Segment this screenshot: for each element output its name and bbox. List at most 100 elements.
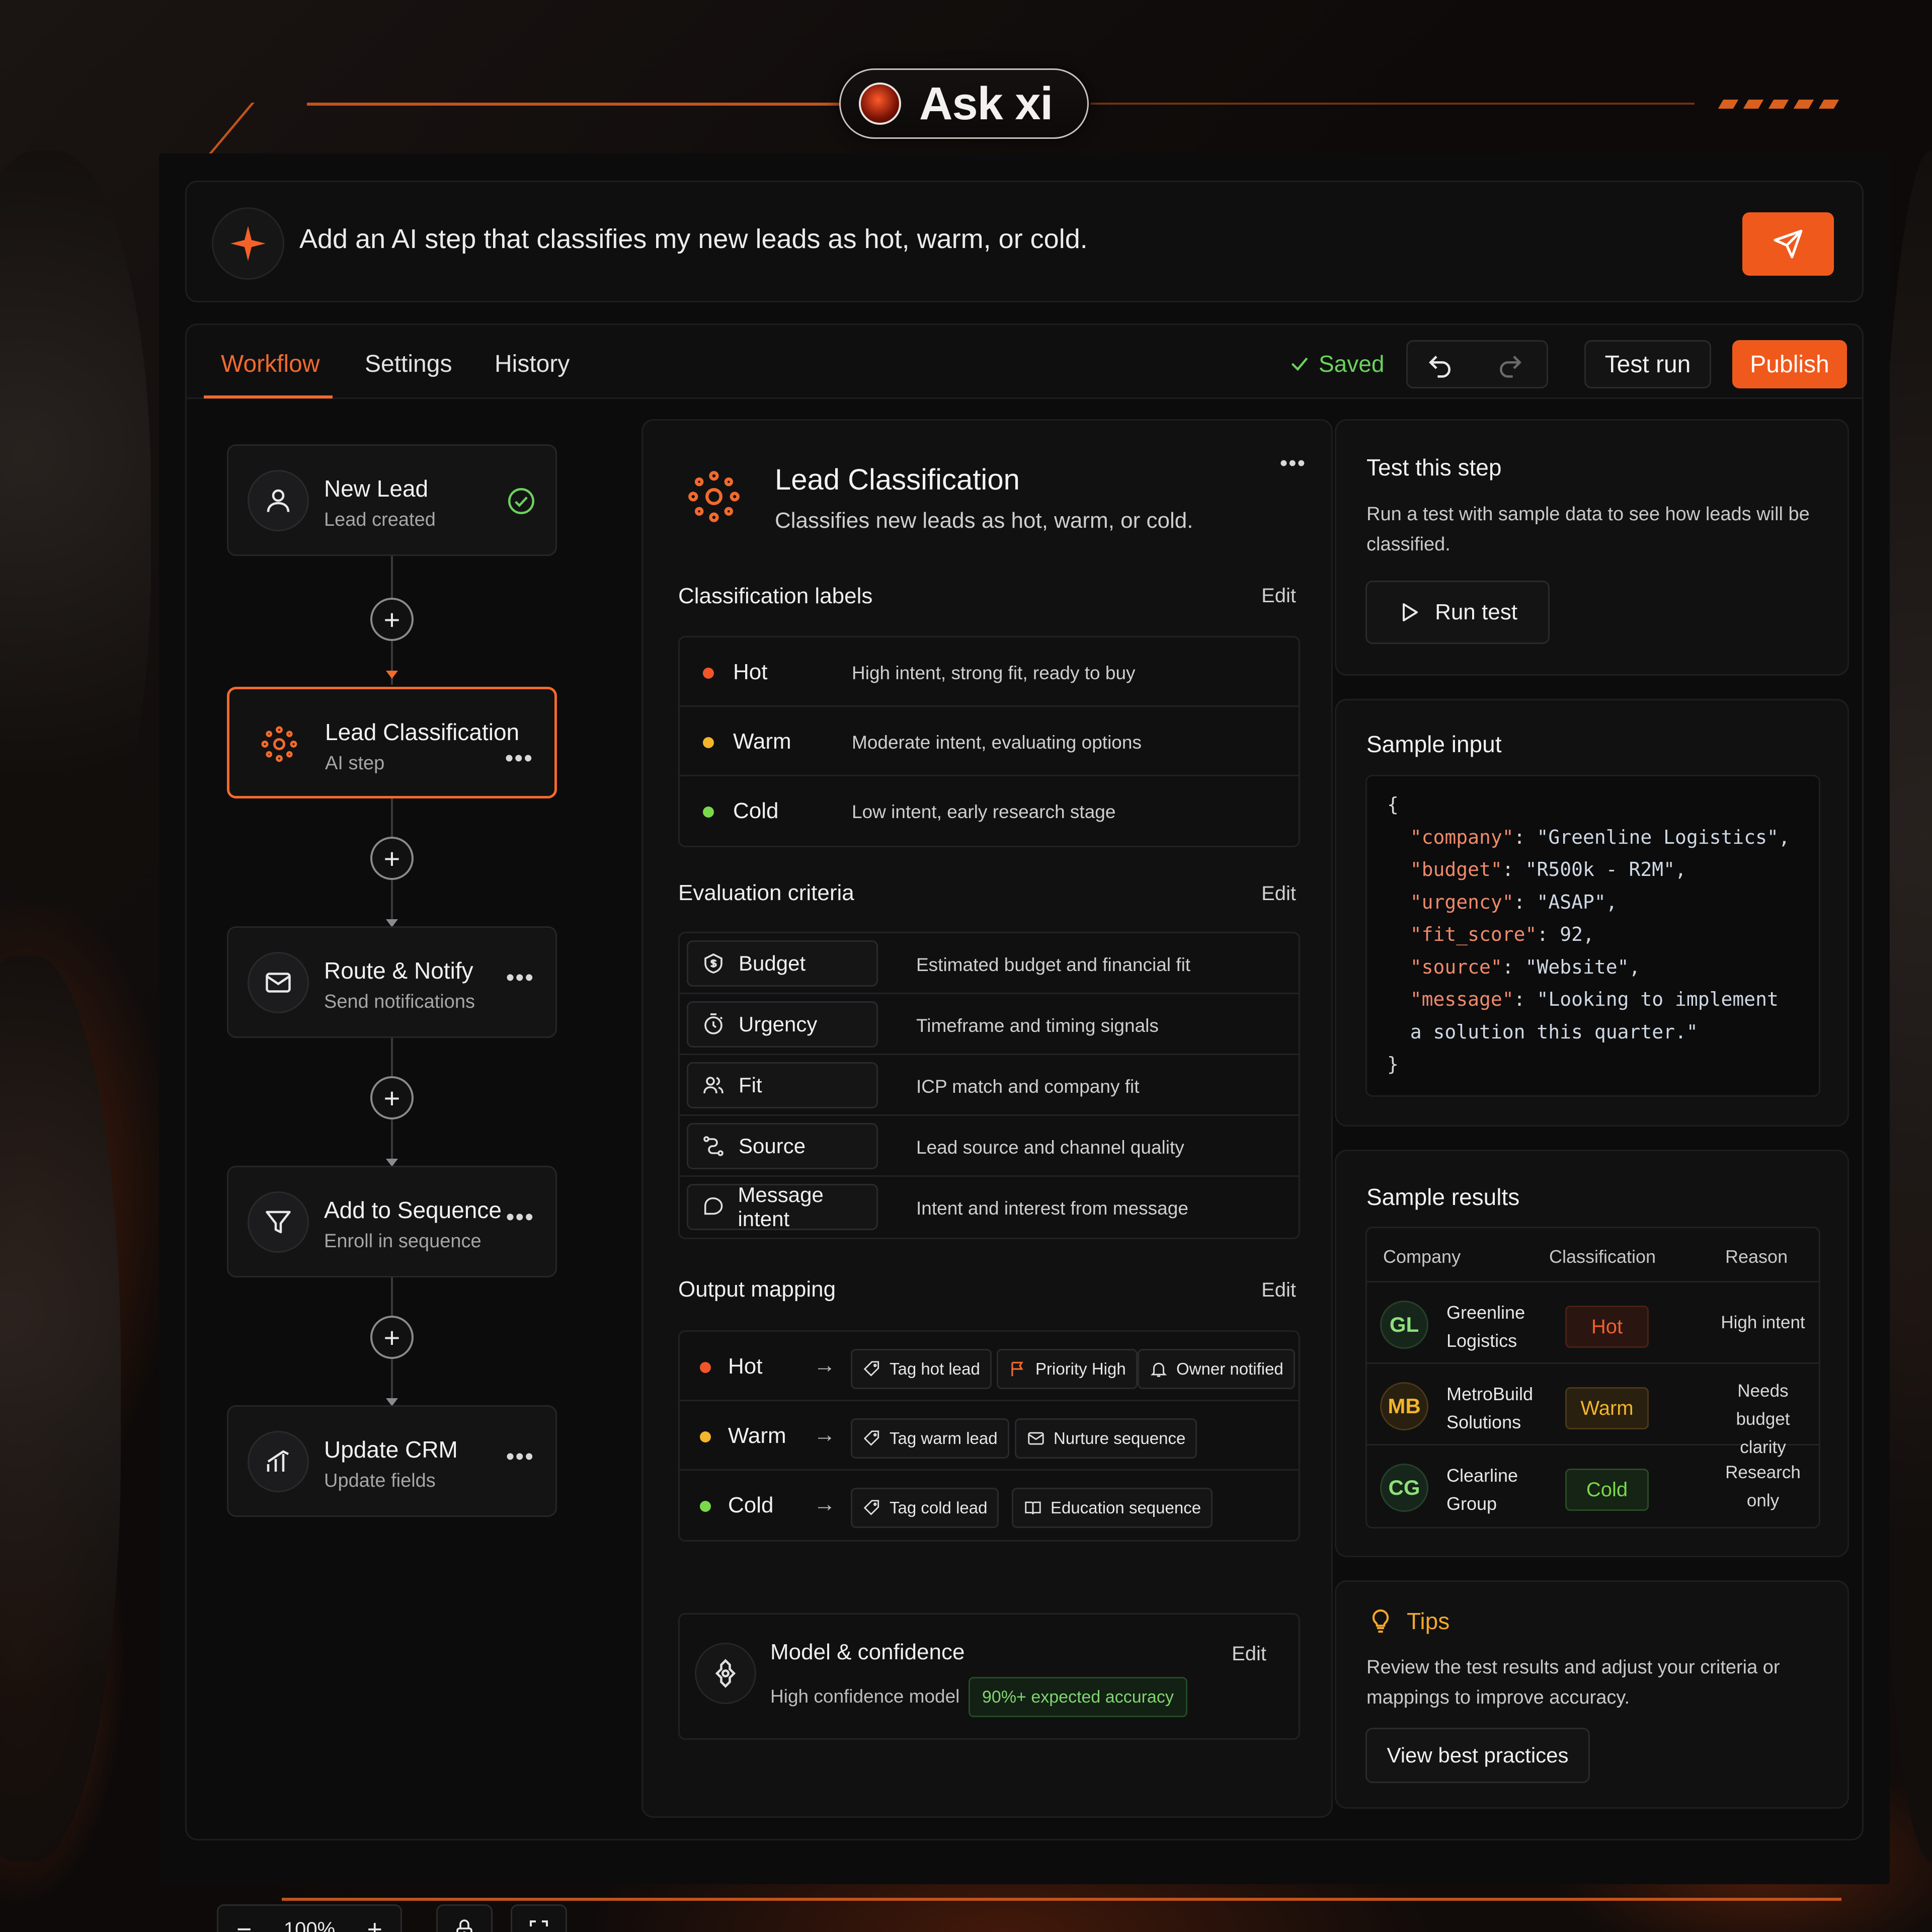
undo-button[interactable]	[1426, 351, 1454, 381]
model-confidence-card: Model & confidence Edit High confidence …	[678, 1613, 1300, 1740]
test-run-button[interactable]: Test run	[1584, 340, 1711, 388]
edit-criteria-link[interactable]: Edit	[1261, 882, 1296, 905]
mapping-row[interactable]: Hot → Tag hot lead Priority High Owner n…	[680, 1332, 1299, 1401]
tag-label: Tag hot lead	[890, 1359, 980, 1378]
sample-input-card: Sample input { "company": "Greenline Log…	[1335, 699, 1849, 1126]
company-name: MetroBuild Solutions	[1446, 1380, 1547, 1436]
tag-chip[interactable]: Tag cold lead	[851, 1488, 999, 1528]
sample-input-code[interactable]: { "company": "Greenline Logistics", "bud…	[1365, 775, 1820, 1097]
table-row[interactable]: GL Greenline Logistics Hot High intent	[1367, 1282, 1819, 1364]
ask-xi-badge[interactable]: Ask xi	[839, 68, 1089, 139]
company-line: Clearline	[1446, 1465, 1518, 1486]
sample-results-table: Company Classification Reason GL Greenli…	[1365, 1227, 1820, 1528]
table-header: Company Classification Reason	[1367, 1228, 1819, 1282]
prompt-input[interactable]: Add an AI step that classifies my new le…	[299, 223, 1088, 255]
label-row[interactable]: Warm Moderate intent, evaluating options	[680, 707, 1299, 776]
app-window: Add an AI step that classifies my new le…	[159, 153, 1890, 1932]
tag-icon	[863, 1500, 879, 1515]
zoom-level: 100%	[283, 1918, 336, 1932]
code-value: "Looking to implement	[1537, 988, 1779, 1010]
mapping-row[interactable]: Warm → Tag warm lead Nurture sequence	[680, 1401, 1299, 1471]
column-reason: Reason	[1725, 1246, 1788, 1267]
edit-mapping-link[interactable]: Edit	[1261, 1279, 1296, 1302]
mapping-label: Hot	[728, 1354, 763, 1379]
criteria-row[interactable]: Urgency Timeframe and timing signals	[680, 994, 1299, 1055]
tab-history[interactable]: History	[495, 350, 570, 378]
badge-title: Ask xi	[919, 77, 1053, 129]
tag-chip[interactable]: Tag hot lead	[851, 1349, 992, 1389]
tag-chip[interactable]: Education sequence	[1012, 1488, 1213, 1528]
criteria-row[interactable]: Budget Estimated budget and financial fi…	[680, 933, 1299, 994]
active-tab-indicator	[204, 395, 333, 398]
saved-label: Saved	[1319, 351, 1385, 377]
zoom-in-button[interactable]: +	[367, 1914, 382, 1932]
mapping-row[interactable]: Cold → Tag cold lead Education sequence	[680, 1471, 1299, 1540]
more-options-icon[interactable]: •••	[506, 1203, 534, 1231]
lock-button[interactable]	[436, 1904, 493, 1932]
node-subtitle: Send notifications	[324, 991, 475, 1012]
hot-dot	[703, 668, 714, 679]
node-lead-classification[interactable]: Lead Classification AI step •••	[227, 687, 557, 798]
add-step-button[interactable]: +	[370, 1316, 414, 1359]
more-options-icon[interactable]: •••	[1280, 451, 1306, 476]
lightbulb-icon	[1372, 1609, 1389, 1633]
add-step-button[interactable]: +	[370, 598, 414, 641]
redo-button[interactable]	[1496, 351, 1524, 381]
criteria-row[interactable]: Message intent Intent and interest from …	[680, 1177, 1299, 1238]
label-description: Low intent, early research stage	[852, 801, 1116, 822]
label-row[interactable]: Hot High intent, strong fit, ready to bu…	[680, 637, 1299, 707]
send-button[interactable]	[1742, 212, 1834, 276]
code-key: "urgency"	[1410, 891, 1514, 913]
tips-header: Tips	[1366, 1607, 1450, 1635]
criteria-name: Fit	[739, 1073, 762, 1097]
status-badge: Hot	[1565, 1306, 1649, 1348]
criteria-chip: Budget	[687, 940, 878, 987]
code-value: "Greenline Logistics",	[1537, 826, 1790, 848]
sample-results-title: Sample results	[1366, 1184, 1520, 1210]
code-value: "Website",	[1525, 955, 1641, 978]
undo-icon	[1429, 356, 1451, 378]
evaluation-criteria-heading: Evaluation criteria	[678, 880, 854, 905]
criteria-row[interactable]: Source Lead source and channel quality	[680, 1116, 1299, 1177]
tag-chip[interactable]: Nurture sequence	[1015, 1418, 1197, 1459]
label-name: Warm	[733, 729, 791, 754]
company-line: Solutions	[1446, 1412, 1521, 1432]
add-step-button[interactable]: +	[370, 837, 414, 880]
editor-toolbar: Workflow Settings History Saved Test run…	[185, 324, 1864, 399]
frame-line-top-right	[1091, 103, 1695, 105]
node-add-to-sequence[interactable]: Add to Sequence Enroll in sequence •••	[227, 1166, 557, 1277]
tag-chip[interactable]: Priority High	[997, 1349, 1138, 1389]
criteria-name: Budget	[739, 951, 806, 975]
node-update-crm[interactable]: Update CRM Update fields •••	[227, 1405, 557, 1517]
add-step-button[interactable]: +	[370, 1076, 414, 1119]
label-row[interactable]: Cold Low intent, early research stage	[680, 776, 1299, 846]
edit-labels-link[interactable]: Edit	[1261, 585, 1296, 607]
node-subtitle: Enroll in sequence	[324, 1231, 481, 1252]
criteria-row[interactable]: Fit ICP match and company fit	[680, 1055, 1299, 1116]
step-title: Lead Classification	[775, 463, 1020, 496]
tab-settings[interactable]: Settings	[365, 350, 452, 378]
publish-button[interactable]: Publish	[1732, 340, 1847, 388]
tab-workflow[interactable]: Workflow	[221, 350, 319, 378]
zoom-out-button[interactable]: −	[236, 1914, 252, 1932]
output-mapping-heading: Output mapping	[678, 1277, 836, 1302]
hot-dot	[700, 1362, 711, 1373]
more-options-icon[interactable]: •••	[506, 1443, 534, 1471]
table-row[interactable]: CG Clearline Group Cold Research only	[1367, 1445, 1819, 1527]
code-value: "R500k - R2M",	[1525, 858, 1686, 880]
edit-model-link[interactable]: Edit	[1232, 1643, 1266, 1665]
run-test-button[interactable]: Run test	[1365, 581, 1550, 644]
tag-chip[interactable]: Owner notified	[1138, 1349, 1295, 1389]
tag-chip[interactable]: Tag warm lead	[851, 1418, 1009, 1459]
label-name: Cold	[733, 798, 779, 823]
code-brace: {	[1387, 793, 1399, 816]
more-options-icon[interactable]: •••	[505, 745, 533, 772]
view-best-practices-button[interactable]: View best practices	[1365, 1728, 1590, 1783]
redo-icon	[1500, 356, 1521, 378]
node-new-lead[interactable]: New Lead Lead created	[227, 444, 557, 556]
criteria-description: Timeframe and timing signals	[916, 1015, 1159, 1036]
node-route-notify[interactable]: Route & Notify Send notifications •••	[227, 926, 557, 1038]
fullscreen-button[interactable]	[511, 1904, 567, 1932]
table-row[interactable]: MB MetroBuild Solutions Warm Needs budget…	[1367, 1364, 1819, 1457]
more-options-icon[interactable]: •••	[506, 964, 534, 992]
